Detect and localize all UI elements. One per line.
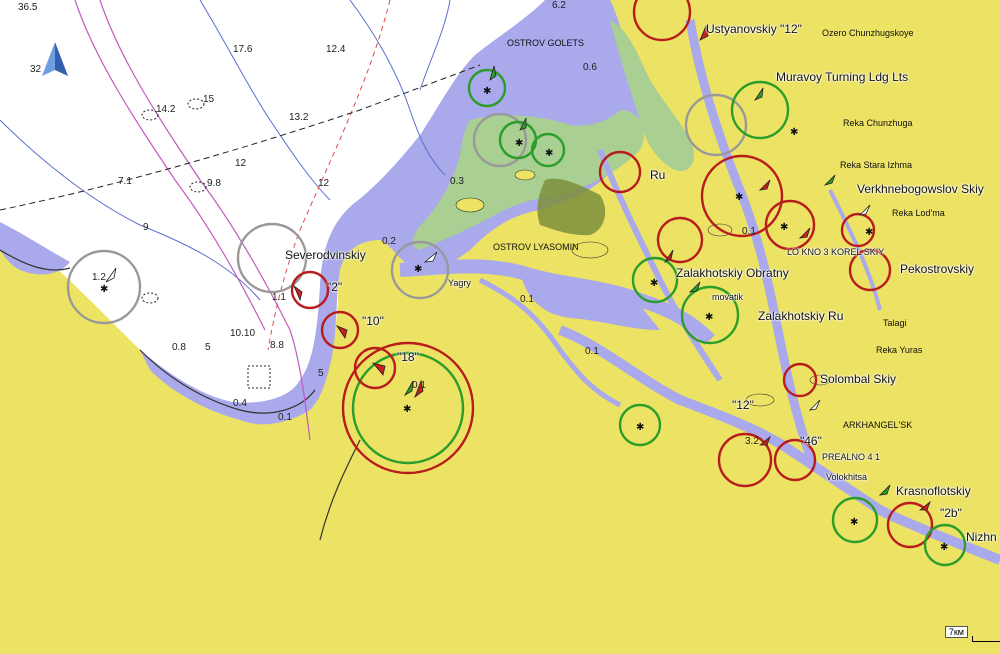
light-label: "46" <box>800 434 822 448</box>
light-ring-red <box>353 346 397 390</box>
place-label: PREALNO 4 1 <box>822 452 881 462</box>
place-label: Reka Lod'ma <box>892 208 945 218</box>
place-label: Verkhnebogowslov Skiy <box>857 182 984 196</box>
depth-sounding: 9.8 <box>207 178 221 189</box>
red-flare <box>798 227 811 239</box>
svg-text:✱: ✱ <box>483 86 491 97</box>
place-label: Muravoy Turning Ldg Lts <box>776 70 909 84</box>
place-label: ARKHANGEL'SK <box>843 420 913 430</box>
place-label: Ozero Chunzhugskoye <box>822 28 914 38</box>
depth-sounding: 32 <box>30 64 42 75</box>
svg-text:✱: ✱ <box>940 542 948 553</box>
scale-bar-label: 7км <box>944 626 968 638</box>
light-label: "2b" <box>940 506 962 520</box>
svg-text:✱: ✱ <box>100 284 108 295</box>
depth-sounding: 12 <box>235 158 247 169</box>
light-ring-red <box>632 0 692 42</box>
depth-sounding: 0.1 <box>278 412 292 423</box>
depth-sounding: 10.10 <box>230 328 256 339</box>
depth-sounding: 12 <box>318 178 330 189</box>
depth-sounding: 0.3 <box>450 176 464 187</box>
depth-sounding: 13.2 <box>289 112 309 123</box>
light-label: "2" <box>327 280 343 294</box>
depth-sounding: 12.4 <box>326 44 346 55</box>
depth-sounding: 3.2 <box>745 436 759 447</box>
place-label: Reka Chunzhuga <box>843 118 913 128</box>
scale-bar-line <box>972 636 1000 642</box>
depth-sounding: 6.2 <box>552 0 566 11</box>
red-flare <box>758 179 771 191</box>
place-label: Zalakhotskiy Ru <box>758 309 844 323</box>
place-label: Severodvinskiy <box>285 248 366 262</box>
depth-sounding: 5 <box>318 368 324 379</box>
svg-text:✱: ✱ <box>735 192 743 203</box>
place-label: Zalakhotskiy Obratny <box>676 266 789 280</box>
place-label: Ustyanovskiy "12" <box>706 22 802 36</box>
svg-text:✱: ✱ <box>414 264 422 275</box>
marsh-area <box>537 178 606 236</box>
depth-sounding: 14.2 <box>156 104 176 115</box>
depth-sounding: 0.1 <box>412 380 426 391</box>
green-flare <box>823 174 836 186</box>
svg-text:✱: ✱ <box>780 222 788 233</box>
place-label: Reka Yuras <box>876 345 923 355</box>
depth-sounding: 0.1 <box>742 226 756 237</box>
depth-sounding: 7.1 <box>118 176 132 187</box>
place-label: OSTROV LYASOMIN <box>493 242 579 252</box>
light-ring-red <box>656 216 704 264</box>
depth-sounding: 1.2 <box>92 272 106 283</box>
light-ring-green <box>730 80 790 140</box>
depth-sounding: 36.5 <box>18 2 38 13</box>
green-flare <box>753 87 764 101</box>
chart-canvas[interactable]: ✱ ✱ ✱ ✱ ✱ ✱ ✱ ✱ ✱ ✱ ✱ ✱ ✱ ✱ ✱ <box>0 0 1000 654</box>
place-label: Ru <box>650 168 666 182</box>
place-label: Krasnoflotskiy <box>896 484 971 498</box>
white-flare <box>808 399 821 411</box>
place-label: OSTROV GOLETS <box>507 38 585 48</box>
place-label: LO KNO 3 KOREL SKIY <box>787 247 885 257</box>
red-flare <box>371 362 386 376</box>
light-label: "18" <box>397 350 419 364</box>
depth-sounding: 9 <box>143 222 149 233</box>
light-ring-red <box>764 199 816 251</box>
svg-text:✱: ✱ <box>545 148 553 159</box>
red-flare <box>335 325 348 339</box>
depth-sounding: 1.1 <box>272 292 286 303</box>
place-label: Reka Stara Izhma <box>840 160 913 170</box>
depth-sounding: 0.1 <box>520 294 534 305</box>
depth-sounding: 8.8 <box>270 340 284 351</box>
place-label: Yagry <box>448 278 471 288</box>
depth-sounding: 0.1 <box>585 346 599 357</box>
svg-text:✱: ✱ <box>515 138 523 149</box>
place-label: Volokhitsa <box>826 472 868 482</box>
svg-text:✱: ✱ <box>705 312 713 323</box>
depth-sounding: 15 <box>203 94 215 105</box>
depth-sounding: 0.2 <box>382 236 396 247</box>
svg-text:✱: ✱ <box>636 422 644 433</box>
depth-sounding: 0.8 <box>172 342 186 353</box>
svg-text:✱: ✱ <box>790 127 798 138</box>
svg-text:✱: ✱ <box>650 278 658 289</box>
depth-sounding: 5 <box>205 342 211 353</box>
depth-sounding: 0.4 <box>233 398 247 409</box>
light-label: "12" <box>732 398 754 412</box>
nautical-chart[interactable]: ✱ ✱ ✱ ✱ ✱ ✱ ✱ ✱ ✱ ✱ ✱ ✱ ✱ ✱ ✱ OSTROV GOLETS OSTROV… <box>0 0 1000 654</box>
depth-sounding: 17.6 <box>233 44 253 55</box>
north-arrow-icon[interactable] <box>40 40 70 78</box>
svg-text:✱: ✱ <box>403 404 411 415</box>
place-label: Nizhn <box>966 530 997 544</box>
depth-sounding: 0.6 <box>583 62 597 73</box>
place-label: Talagi <box>883 318 907 328</box>
svg-text:✱: ✱ <box>865 227 873 238</box>
place-label: Solombal Skiy <box>820 372 897 386</box>
place-label: movatik <box>712 292 744 302</box>
white-flare <box>858 204 871 216</box>
light-label: "10" <box>362 314 384 328</box>
svg-text:✱: ✱ <box>850 517 858 528</box>
green-flare <box>878 484 891 496</box>
place-label: Pekostrovskiy <box>900 262 975 276</box>
